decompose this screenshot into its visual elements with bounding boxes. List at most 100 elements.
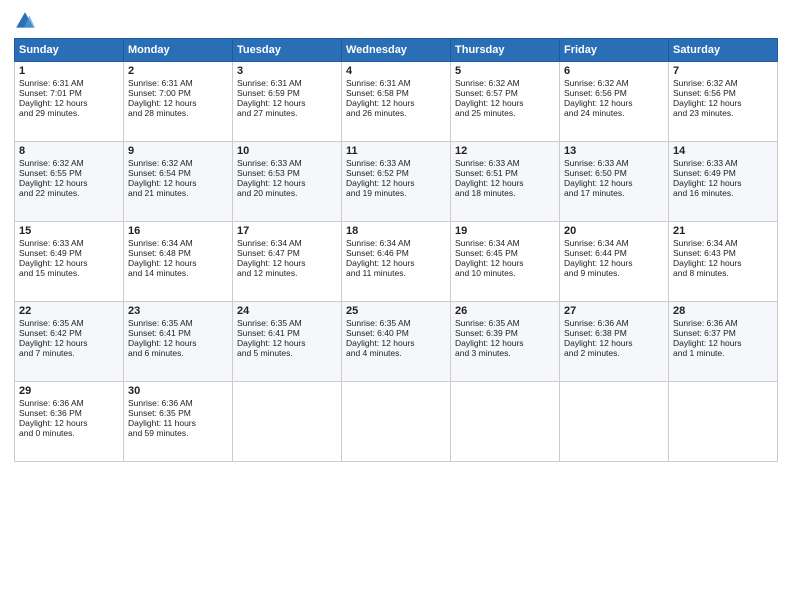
day-info-line: Daylight: 12 hours — [564, 258, 664, 268]
day-info-line: Daylight: 12 hours — [455, 178, 555, 188]
day-info-line: Sunrise: 6:33 AM — [455, 158, 555, 168]
calendar-cell: 27Sunrise: 6:36 AMSunset: 6:38 PMDayligh… — [560, 302, 669, 382]
day-info-line: and 3 minutes. — [455, 348, 555, 358]
day-info-line: Sunrise: 6:34 AM — [564, 238, 664, 248]
day-number: 21 — [673, 225, 773, 237]
day-number: 5 — [455, 65, 555, 77]
calendar-cell: 21Sunrise: 6:34 AMSunset: 6:43 PMDayligh… — [669, 222, 778, 302]
day-info-line: Sunrise: 6:33 AM — [673, 158, 773, 168]
day-info-line: and 29 minutes. — [19, 108, 119, 118]
calendar-cell: 17Sunrise: 6:34 AMSunset: 6:47 PMDayligh… — [233, 222, 342, 302]
day-number: 27 — [564, 305, 664, 317]
day-info-line: Sunrise: 6:36 AM — [673, 318, 773, 328]
day-info-line: Daylight: 12 hours — [455, 338, 555, 348]
calendar-cell: 20Sunrise: 6:34 AMSunset: 6:44 PMDayligh… — [560, 222, 669, 302]
day-info-line: and 6 minutes. — [128, 348, 228, 358]
day-info-line: Sunrise: 6:36 AM — [564, 318, 664, 328]
calendar-cell: 19Sunrise: 6:34 AMSunset: 6:45 PMDayligh… — [451, 222, 560, 302]
calendar-cell — [560, 382, 669, 462]
calendar-cell: 18Sunrise: 6:34 AMSunset: 6:46 PMDayligh… — [342, 222, 451, 302]
day-info-line: Sunrise: 6:32 AM — [673, 78, 773, 88]
calendar-cell: 9Sunrise: 6:32 AMSunset: 6:54 PMDaylight… — [124, 142, 233, 222]
calendar-cell: 15Sunrise: 6:33 AMSunset: 6:49 PMDayligh… — [15, 222, 124, 302]
day-info-line: Sunrise: 6:31 AM — [346, 78, 446, 88]
day-info-line: and 9 minutes. — [564, 268, 664, 278]
logo — [14, 10, 40, 32]
week-row-3: 22Sunrise: 6:35 AMSunset: 6:42 PMDayligh… — [15, 302, 778, 382]
day-info-line: Daylight: 12 hours — [673, 98, 773, 108]
day-info-line: Sunset: 6:43 PM — [673, 248, 773, 258]
day-number: 18 — [346, 225, 446, 237]
day-info-line: and 4 minutes. — [346, 348, 446, 358]
day-info-line: and 11 minutes. — [346, 268, 446, 278]
day-info-line: Sunset: 6:48 PM — [128, 248, 228, 258]
day-info-line: Daylight: 12 hours — [128, 258, 228, 268]
day-info-line: Sunrise: 6:36 AM — [128, 398, 228, 408]
day-info-line: Sunrise: 6:31 AM — [128, 78, 228, 88]
calendar-cell: 4Sunrise: 6:31 AMSunset: 6:58 PMDaylight… — [342, 62, 451, 142]
day-info-line: Daylight: 12 hours — [564, 98, 664, 108]
week-row-0: 1Sunrise: 6:31 AMSunset: 7:01 PMDaylight… — [15, 62, 778, 142]
header-day-friday: Friday — [560, 39, 669, 62]
day-info-line: Daylight: 12 hours — [128, 98, 228, 108]
day-number: 30 — [128, 385, 228, 397]
day-info-line: and 16 minutes. — [673, 188, 773, 198]
day-info-line: Sunset: 6:46 PM — [346, 248, 446, 258]
day-info-line: Sunset: 6:45 PM — [455, 248, 555, 258]
day-info-line: Sunset: 6:36 PM — [19, 408, 119, 418]
day-info-line: Daylight: 12 hours — [19, 178, 119, 188]
calendar-cell: 13Sunrise: 6:33 AMSunset: 6:50 PMDayligh… — [560, 142, 669, 222]
week-row-4: 29Sunrise: 6:36 AMSunset: 6:36 PMDayligh… — [15, 382, 778, 462]
calendar-cell: 24Sunrise: 6:35 AMSunset: 6:41 PMDayligh… — [233, 302, 342, 382]
day-info-line: Sunset: 6:58 PM — [346, 88, 446, 98]
day-number: 6 — [564, 65, 664, 77]
day-info-line: Sunset: 6:51 PM — [455, 168, 555, 178]
day-number: 15 — [19, 225, 119, 237]
day-info-line: Daylight: 12 hours — [673, 338, 773, 348]
day-number: 12 — [455, 145, 555, 157]
day-info-line: and 2 minutes. — [564, 348, 664, 358]
header-day-saturday: Saturday — [669, 39, 778, 62]
day-info-line: Sunrise: 6:31 AM — [19, 78, 119, 88]
calendar-cell: 1Sunrise: 6:31 AMSunset: 7:01 PMDaylight… — [15, 62, 124, 142]
day-info-line: Daylight: 12 hours — [455, 98, 555, 108]
calendar-body: 1Sunrise: 6:31 AMSunset: 7:01 PMDaylight… — [15, 62, 778, 462]
day-info-line: Daylight: 12 hours — [346, 258, 446, 268]
day-info-line: Sunrise: 6:34 AM — [346, 238, 446, 248]
header-day-tuesday: Tuesday — [233, 39, 342, 62]
day-info-line: Daylight: 12 hours — [564, 178, 664, 188]
day-info-line: Daylight: 12 hours — [673, 258, 773, 268]
calendar-cell — [669, 382, 778, 462]
day-info-line: Sunset: 6:55 PM — [19, 168, 119, 178]
day-info-line: and 24 minutes. — [564, 108, 664, 118]
day-number: 8 — [19, 145, 119, 157]
day-info-line: Daylight: 12 hours — [237, 258, 337, 268]
calendar-cell: 3Sunrise: 6:31 AMSunset: 6:59 PMDaylight… — [233, 62, 342, 142]
day-info-line: Sunset: 6:41 PM — [128, 328, 228, 338]
day-number: 24 — [237, 305, 337, 317]
logo-icon — [14, 10, 36, 32]
week-row-2: 15Sunrise: 6:33 AMSunset: 6:49 PMDayligh… — [15, 222, 778, 302]
day-info-line: Daylight: 12 hours — [237, 338, 337, 348]
calendar-cell: 23Sunrise: 6:35 AMSunset: 6:41 PMDayligh… — [124, 302, 233, 382]
page: SundayMondayTuesdayWednesdayThursdayFrid… — [0, 0, 792, 612]
day-number: 19 — [455, 225, 555, 237]
header-day-monday: Monday — [124, 39, 233, 62]
day-number: 4 — [346, 65, 446, 77]
day-number: 29 — [19, 385, 119, 397]
day-info-line: Daylight: 12 hours — [346, 178, 446, 188]
day-info-line: Sunset: 6:49 PM — [19, 248, 119, 258]
calendar-cell: 5Sunrise: 6:32 AMSunset: 6:57 PMDaylight… — [451, 62, 560, 142]
day-number: 14 — [673, 145, 773, 157]
day-info-line: Sunset: 6:56 PM — [673, 88, 773, 98]
day-number: 23 — [128, 305, 228, 317]
day-info-line: Sunrise: 6:33 AM — [564, 158, 664, 168]
day-info-line: Sunrise: 6:32 AM — [128, 158, 228, 168]
day-info-line: and 18 minutes. — [455, 188, 555, 198]
calendar-cell: 16Sunrise: 6:34 AMSunset: 6:48 PMDayligh… — [124, 222, 233, 302]
day-number: 3 — [237, 65, 337, 77]
day-info-line: Sunrise: 6:32 AM — [19, 158, 119, 168]
day-info-line: Daylight: 12 hours — [564, 338, 664, 348]
day-info-line: Sunrise: 6:32 AM — [455, 78, 555, 88]
calendar-cell: 22Sunrise: 6:35 AMSunset: 6:42 PMDayligh… — [15, 302, 124, 382]
